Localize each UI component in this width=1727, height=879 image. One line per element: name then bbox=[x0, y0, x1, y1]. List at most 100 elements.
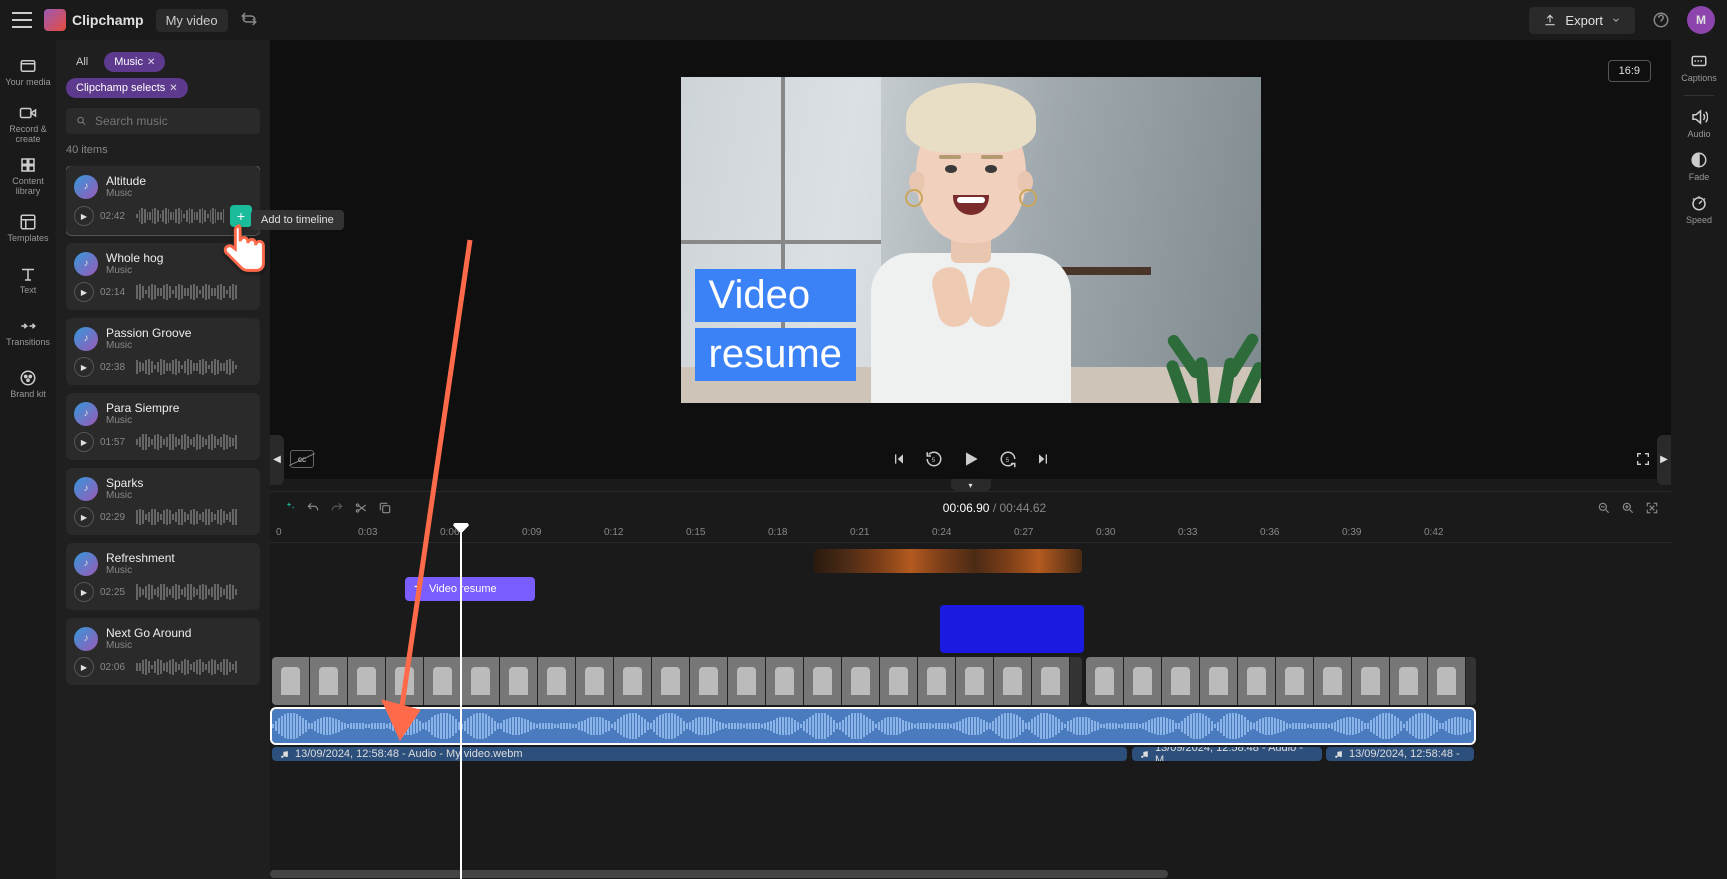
music-item[interactable]: ♪ Para Siempre Music ▶ 01:57 bbox=[66, 393, 260, 460]
waveform bbox=[136, 358, 252, 376]
filter-all[interactable]: All bbox=[66, 52, 98, 72]
preview-play-button[interactable]: ▶ bbox=[74, 282, 94, 302]
video-preview[interactable]: Video resume bbox=[681, 77, 1261, 403]
music-title: Next Go Around bbox=[106, 626, 191, 640]
zoom-in-button[interactable] bbox=[1621, 501, 1635, 515]
nav-your-media[interactable]: Your media bbox=[4, 48, 52, 96]
svg-text:5: 5 bbox=[931, 458, 935, 464]
music-note-icon: ♪ bbox=[74, 477, 98, 501]
scrollbar-thumb[interactable] bbox=[270, 870, 1168, 878]
search-input[interactable] bbox=[66, 108, 260, 134]
music-note-icon: ♪ bbox=[74, 252, 98, 276]
upload-icon bbox=[1543, 13, 1557, 27]
nav-transitions[interactable]: Transitions bbox=[4, 308, 52, 356]
music-note-icon: ♪ bbox=[74, 552, 98, 576]
annotation-arrow bbox=[270, 220, 570, 780]
skip-forward-button[interactable] bbox=[1035, 451, 1051, 467]
export-button[interactable]: Export bbox=[1529, 7, 1635, 34]
music-item[interactable]: ♪ Next Go Around Music ▶ 02:06 bbox=[66, 618, 260, 685]
preview-play-button[interactable]: ▶ bbox=[74, 206, 94, 226]
nav-templates[interactable]: Templates bbox=[4, 204, 52, 252]
waveform bbox=[136, 658, 252, 676]
music-note-icon bbox=[1334, 750, 1343, 759]
music-category: Music bbox=[106, 340, 191, 351]
nav-text[interactable]: Text bbox=[4, 256, 52, 304]
audio-file-clip-2[interactable]: 13/09/2024, 12:58:48 - Audio - M bbox=[1132, 747, 1322, 761]
rewind-button[interactable]: 5 bbox=[925, 450, 943, 468]
collapse-right-button[interactable]: ▶ bbox=[1657, 435, 1671, 485]
clipchamp-icon bbox=[44, 9, 66, 31]
music-item[interactable]: ♪ Refreshment Music ▶ 02:25 bbox=[66, 543, 260, 610]
music-title: Refreshment bbox=[106, 551, 175, 565]
text-icon bbox=[18, 264, 38, 284]
video-clip-2[interactable] bbox=[1086, 657, 1476, 705]
menu-button[interactable] bbox=[12, 12, 32, 28]
blue-clip[interactable] bbox=[940, 605, 1084, 653]
filter-clipchamp-selects[interactable]: Clipchamp selects✕ bbox=[66, 78, 188, 98]
waveform bbox=[136, 583, 252, 601]
app-logo[interactable]: Clipchamp bbox=[44, 9, 144, 31]
concert-clip[interactable] bbox=[814, 549, 1082, 573]
preview-play-button[interactable]: ▶ bbox=[74, 432, 94, 452]
music-item[interactable]: ♪ Sparks Music ▶ 02:29 bbox=[66, 468, 260, 535]
music-title: Para Siempre bbox=[106, 401, 179, 415]
nav-brand-kit[interactable]: Brand kit bbox=[4, 360, 52, 408]
media-icon bbox=[18, 56, 38, 76]
right-captions[interactable]: Captions bbox=[1681, 52, 1717, 83]
fullscreen-button[interactable] bbox=[1635, 451, 1651, 467]
music-duration: 02:06 bbox=[100, 662, 130, 673]
chevron-down-icon bbox=[1611, 15, 1621, 25]
preview-play-button[interactable]: ▶ bbox=[74, 657, 94, 677]
item-count: 40 items bbox=[66, 144, 260, 156]
music-duration: 02:25 bbox=[100, 587, 130, 598]
nav-content-library[interactable]: Content library bbox=[4, 152, 52, 200]
timeline-scrollbar[interactable] bbox=[270, 869, 1651, 879]
avatar[interactable]: M bbox=[1687, 6, 1715, 34]
sync-icon[interactable] bbox=[240, 10, 260, 30]
captions-icon bbox=[1690, 52, 1708, 70]
music-category: Music bbox=[106, 640, 191, 651]
ruler-tick: 0:33 bbox=[1178, 527, 1197, 538]
play-button[interactable] bbox=[961, 449, 981, 469]
help-button[interactable] bbox=[1647, 6, 1675, 34]
speed-icon bbox=[1690, 194, 1708, 212]
music-title: Sparks bbox=[106, 476, 143, 490]
right-audio[interactable]: Audio bbox=[1687, 108, 1710, 139]
svg-text:5: 5 bbox=[1005, 458, 1009, 464]
preview-play-button[interactable]: ▶ bbox=[74, 357, 94, 377]
text-overlay: Video resume bbox=[695, 269, 856, 381]
fit-button[interactable] bbox=[1645, 501, 1659, 515]
music-note-icon: ♪ bbox=[74, 175, 98, 199]
fade-icon bbox=[1690, 151, 1708, 169]
forward-button[interactable]: 5 bbox=[999, 450, 1017, 468]
ruler-tick: 0:12 bbox=[604, 527, 623, 538]
skip-back-button[interactable] bbox=[891, 451, 907, 467]
music-note-icon: ♪ bbox=[74, 627, 98, 651]
preview-play-button[interactable]: ▶ bbox=[74, 582, 94, 602]
music-category: Music bbox=[106, 490, 143, 501]
close-icon[interactable]: ✕ bbox=[147, 57, 155, 68]
music-duration: 01:57 bbox=[100, 437, 130, 448]
audio-file-clip-3[interactable]: 13/09/2024, 12:58:48 - bbox=[1326, 747, 1474, 761]
project-name[interactable]: My video bbox=[156, 9, 228, 32]
nav-record-create[interactable]: Record & create bbox=[4, 100, 52, 148]
right-speed[interactable]: Speed bbox=[1686, 194, 1712, 225]
timeline-expand-handle[interactable]: ▾ bbox=[951, 479, 991, 491]
ruler-tick: 0:15 bbox=[686, 527, 705, 538]
music-duration: 02:42 bbox=[100, 211, 130, 222]
aspect-ratio-button[interactable]: 16:9 bbox=[1608, 60, 1651, 82]
filter-music[interactable]: Music✕ bbox=[104, 52, 165, 72]
ruler-tick: 0:39 bbox=[1342, 527, 1361, 538]
hand-pointer-icon bbox=[214, 220, 276, 282]
preview-play-button[interactable]: ▶ bbox=[74, 507, 94, 527]
close-icon[interactable]: ✕ bbox=[169, 83, 177, 94]
brand-icon bbox=[18, 368, 38, 388]
music-title: Altitude bbox=[106, 174, 146, 188]
music-title: Passion Groove bbox=[106, 326, 191, 340]
ruler-tick: 0:24 bbox=[932, 527, 951, 538]
music-item[interactable]: ♪ Passion Groove Music ▶ 02:38 bbox=[66, 318, 260, 385]
right-fade[interactable]: Fade bbox=[1689, 151, 1710, 182]
ruler-tick: 0:42 bbox=[1424, 527, 1443, 538]
zoom-out-button[interactable] bbox=[1597, 501, 1611, 515]
speaker-icon bbox=[1690, 108, 1708, 126]
